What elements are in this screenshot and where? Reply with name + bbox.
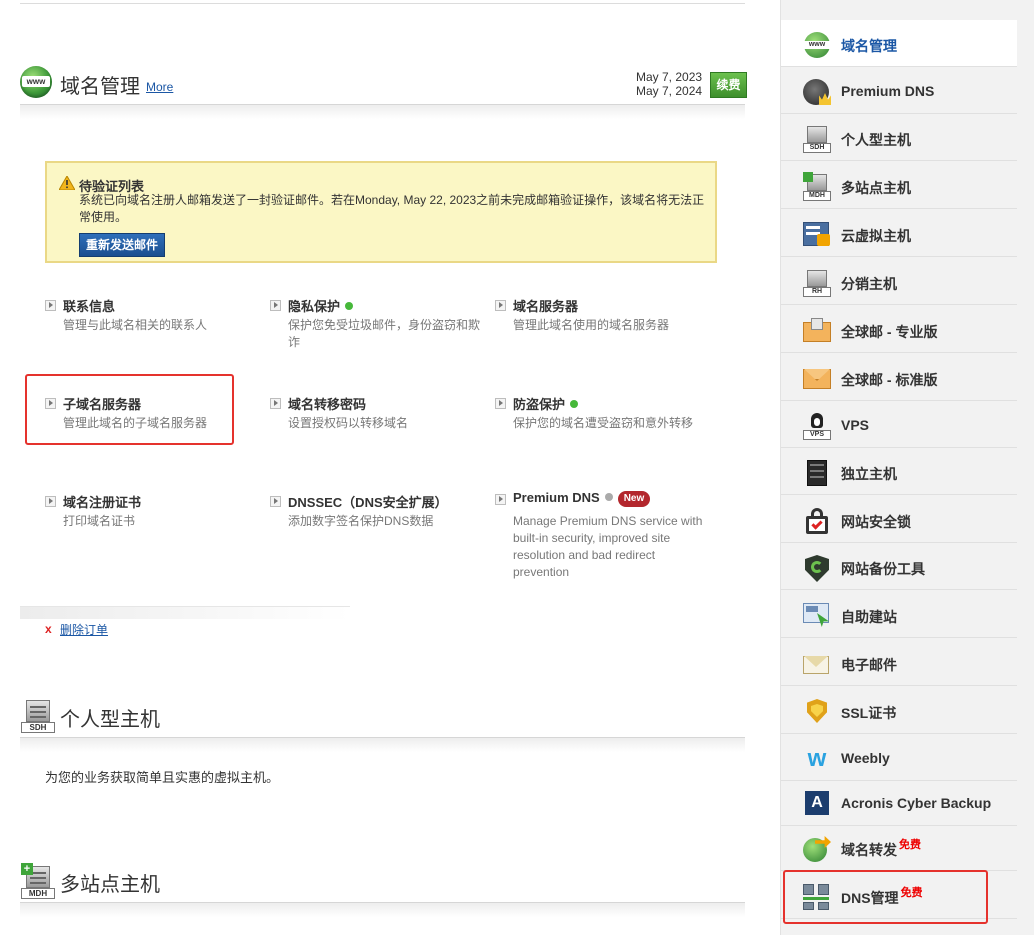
mdh-server-icon: MDH: [803, 172, 831, 201]
main-content: www 域名管理 More May 7, 2023 May 7, 2024 续费 …: [0, 0, 780, 935]
sidebar-item-site-lock[interactable]: 网站安全锁: [781, 496, 1017, 543]
section-title-personal-hosting: 个人型主机: [60, 709, 160, 731]
weebly-icon: w: [807, 745, 827, 772]
acronis-icon: A: [803, 791, 831, 817]
feature-title[interactable]: 隐私保护: [288, 299, 340, 314]
highlight-box-dns-management: [783, 870, 988, 924]
status-green-dot-icon: [570, 400, 579, 408]
section-desc-personal-hosting: 为您的业务获取简单且实惠的虚拟主机。: [45, 770, 280, 785]
feature-title[interactable]: 域名注册证书: [63, 492, 141, 511]
feature-desc: 打印域名证书: [63, 514, 136, 528]
delete-order-link[interactable]: 删除订单: [60, 621, 108, 638]
section-divider: [20, 737, 745, 752]
site-lock-icon: [803, 508, 831, 534]
feature-title[interactable]: Premium DNS: [513, 490, 600, 505]
arrow-right-icon: [45, 300, 56, 311]
arrow-right-icon: [495, 494, 506, 505]
dedicated-server-icon: [803, 460, 831, 486]
top-divider: [20, 3, 745, 4]
vps-icon: VPS: [803, 413, 831, 440]
free-badge: 免费: [899, 839, 921, 851]
feature-desc: Manage Premium DNS service with built-in…: [513, 514, 703, 579]
sidebar-item-cloud-hosting[interactable]: 云虚拟主机: [781, 210, 1017, 257]
sidebar-item-reseller-hosting[interactable]: RH 分销主机: [781, 258, 1017, 305]
forwarding-icon: [803, 836, 831, 862]
page-title: 域名管理 More: [60, 76, 174, 98]
mail-pro-icon: [803, 318, 831, 344]
sidebar-item-domain-forwarding[interactable]: 域名转发 免费: [781, 824, 1017, 871]
section-divider: [20, 902, 745, 917]
arrow-right-icon: [270, 300, 281, 311]
sidebar-item-multi-site-hosting[interactable]: MDH 多站点主机: [781, 162, 1017, 209]
section-divider: [20, 104, 745, 119]
sidebar-item-site-builder[interactable]: 自助建站: [781, 591, 1017, 638]
sidebar-item-ssl-certificate[interactable]: SSL证书: [781, 687, 1017, 734]
cloud-hosting-icon: [803, 222, 831, 248]
pending-verification-alert: 待验证列表 系统已向域名注册人邮箱发送了一封验证邮件。若在Monday, May…: [45, 161, 717, 263]
arrow-right-icon: [270, 496, 281, 507]
sdh-server-icon: SDH: [21, 700, 55, 734]
globe-icon: www: [803, 32, 831, 58]
mdh-server-icon: + MDH: [21, 863, 55, 900]
fade-divider: [20, 606, 350, 619]
end-date: May 7, 2024: [636, 84, 703, 98]
feature-desc: 管理此域名使用的域名服务器: [513, 318, 670, 332]
date-range: May 7, 2023 May 7, 2024: [636, 70, 702, 98]
resend-email-button[interactable]: 重新发送邮件: [79, 233, 166, 257]
arrow-right-icon: [270, 398, 281, 409]
alert-text: 系统已向域名注册人邮箱发送了一封验证邮件。若在Monday, May 22, 2…: [79, 193, 705, 224]
feature-title[interactable]: DNSSEC（DNS安全扩展）: [288, 492, 448, 511]
feature-desc: 管理与此域名相关的联系人: [63, 318, 208, 332]
renew-button[interactable]: 续费: [710, 72, 747, 98]
site-builder-icon: [803, 603, 831, 629]
feature-title[interactable]: 联系信息: [63, 296, 115, 315]
warning-icon: [59, 176, 75, 190]
status-green-dot-icon: [345, 302, 354, 310]
email-icon: [803, 651, 831, 677]
start-date: May 7, 2023: [636, 70, 703, 84]
arrow-right-icon: [495, 300, 506, 311]
sidebar-item-domain-management[interactable]: www 域名管理: [781, 20, 1017, 67]
feature-desc: 设置授权码以转移域名: [288, 416, 409, 430]
feature-title[interactable]: 域名服务器: [513, 296, 578, 315]
new-badge: New: [617, 491, 651, 507]
sidebar-item-acronis[interactable]: A Acronis Cyber Backup: [781, 779, 1017, 826]
highlight-box-child-name-servers: [25, 374, 234, 445]
more-link[interactable]: More: [146, 80, 173, 94]
feature-desc: 添加数字签名保护DNS数据: [288, 514, 434, 528]
backup-shield-icon: [803, 555, 831, 582]
sidebar-item-mail-standard[interactable]: 全球邮 - 标准版: [781, 354, 1017, 401]
feature-desc: 保护您免受垃圾邮件，身份盗窃和欺诈: [288, 318, 481, 349]
delete-x-icon: x: [45, 622, 52, 636]
mail-standard-icon: [803, 366, 831, 392]
sidebar-item-backup-tool[interactable]: 网站备份工具: [781, 543, 1017, 590]
ssl-shield-icon: [803, 699, 831, 725]
sidebar-item-premium-dns[interactable]: Premium DNS: [781, 67, 1017, 114]
sidebar-item-mail-pro[interactable]: 全球邮 - 专业版: [781, 306, 1017, 353]
section-title-multi-site-hosting: 多站点主机: [60, 874, 160, 896]
sidebar-item-vps[interactable]: VPS VPS: [781, 401, 1017, 448]
sidebar-item-email[interactable]: 电子邮件: [781, 639, 1017, 686]
arrow-right-icon: [45, 496, 56, 507]
sidebar-item-weebly[interactable]: w Weebly: [781, 734, 1017, 781]
globe-icon: www: [20, 66, 52, 98]
feature-title[interactable]: 防盗保护: [513, 397, 565, 412]
sidebar: www 域名管理 Premium DNS SDH 个人型主机 MDH 多站点主机: [780, 0, 1034, 935]
premium-dns-icon: [803, 79, 831, 105]
feature-desc: 保护您的域名遭受盗窃和意外转移: [513, 416, 694, 430]
feature-title[interactable]: 域名转移密码: [288, 394, 366, 413]
status-gray-dot-icon: [604, 493, 613, 501]
rh-server-icon: RH: [803, 270, 831, 297]
sidebar-item-dedicated-server[interactable]: 独立主机: [781, 448, 1017, 495]
arrow-right-icon: [495, 398, 506, 409]
sidebar-item-personal-hosting[interactable]: SDH 个人型主机: [781, 114, 1017, 161]
sdh-server-icon: SDH: [803, 126, 831, 153]
